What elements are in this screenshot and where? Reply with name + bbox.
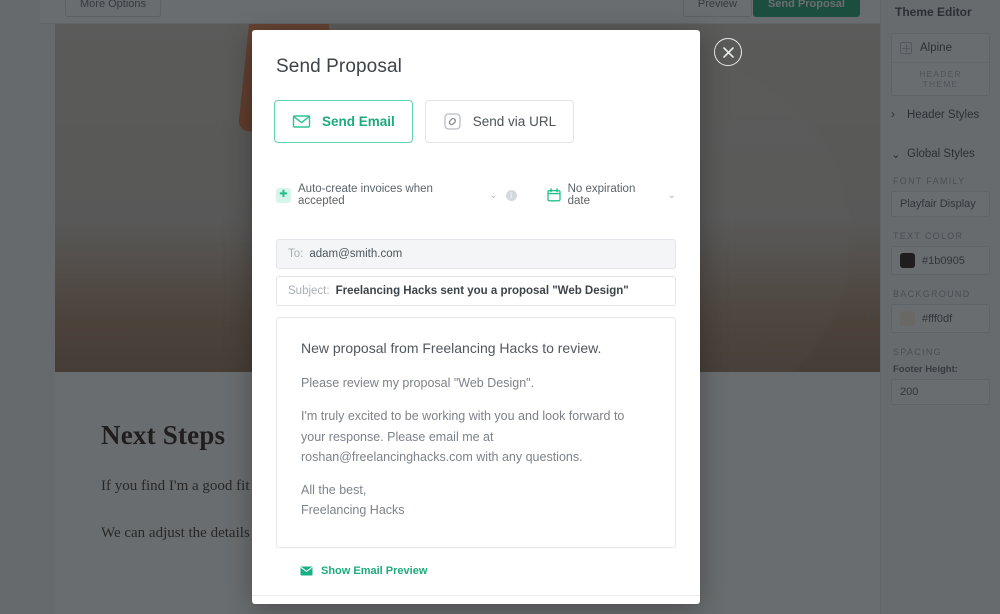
signoff-line-1: All the best,: [301, 483, 367, 497]
options-row: ✚ Auto-create invoices when accepted ⌄ i…: [252, 169, 700, 221]
subject-field-value: Freelancing Hacks sent you a proposal "W…: [335, 285, 629, 297]
to-field[interactable]: To: adam@smith.com: [276, 239, 676, 269]
expiration-label: No expiration date: [567, 183, 636, 207]
signoff-line-2: Freelancing Hacks: [301, 503, 405, 518]
envelope-icon: [292, 112, 311, 131]
message-paragraph-2: I'm truly excited to be working with you…: [301, 409, 625, 464]
info-icon[interactable]: i: [505, 189, 517, 201]
envelope-icon: [300, 566, 313, 576]
modal-title: Send Proposal: [276, 56, 402, 77]
tab-send-email-label: Send Email: [322, 114, 395, 129]
chevron-down-icon[interactable]: ⌄: [489, 190, 497, 201]
modal-header: Send Proposal: [252, 30, 700, 78]
message-heading: New proposal from Freelancing Hacks to r…: [301, 340, 602, 356]
calendar-icon: [546, 188, 561, 202]
chevron-down-icon[interactable]: ⌄: [668, 190, 676, 201]
show-email-preview-link[interactable]: Show Email Preview: [276, 548, 676, 595]
subject-field-label: Subject:: [288, 285, 330, 297]
close-icon[interactable]: [714, 38, 742, 66]
send-proposal-modal: Send Proposal Send Email Send via URL ✚ …: [252, 30, 700, 604]
message-body-editor[interactable]: New proposal from Freelancing Hacks to r…: [276, 317, 676, 548]
subject-field[interactable]: Subject: Freelancing Hacks sent you a pr…: [276, 276, 676, 306]
bolt-icon: ✚: [276, 187, 291, 203]
message-paragraph-1: Please review my proposal "Web Design".: [301, 376, 535, 390]
expiration-option[interactable]: No expiration date ⌄: [546, 183, 676, 207]
tab-send-via-url-label: Send via URL: [472, 114, 557, 129]
show-email-preview-label: Show Email Preview: [321, 564, 428, 577]
auto-invoice-option[interactable]: ✚ Auto-create invoices when accepted ⌄: [276, 183, 498, 207]
auto-invoice-label: Auto-create invoices when accepted: [298, 183, 433, 207]
to-field-value: adam@smith.com: [309, 248, 403, 260]
link-icon: [443, 112, 462, 131]
message-signoff: All the best, Freelancing Hacks: [301, 480, 651, 521]
modal-body: To: adam@smith.com Subject: Freelancing …: [252, 221, 700, 595]
to-field-label: To:: [288, 248, 304, 260]
tab-send-email[interactable]: Send Email: [274, 100, 413, 143]
tab-send-via-url[interactable]: Send via URL: [424, 100, 575, 143]
send-mode-tabs: Send Email Send via URL: [252, 78, 700, 169]
modal-footer: Send Proposal: [252, 594, 700, 605]
